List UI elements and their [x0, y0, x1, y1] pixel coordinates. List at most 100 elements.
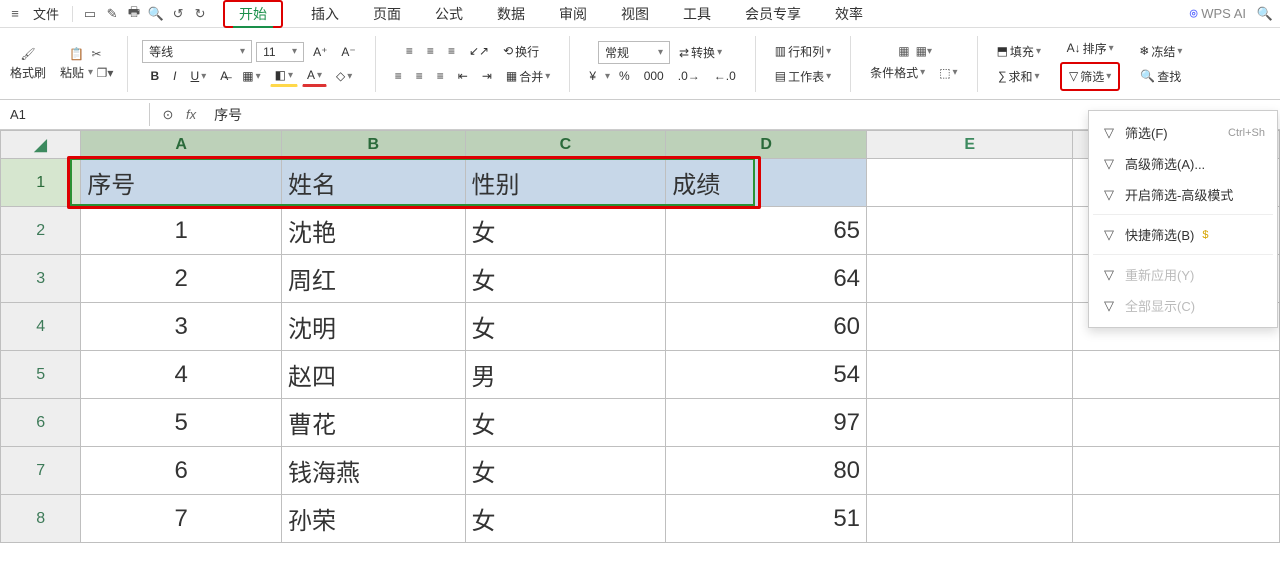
bold-button[interactable]: B — [146, 66, 165, 86]
indent-dec-icon[interactable]: ⇤ — [453, 66, 473, 86]
cell-D7[interactable]: 80 — [666, 447, 867, 495]
cond-format-button[interactable]: 条件格式▾ — [865, 61, 930, 84]
comma-button[interactable]: 000 — [639, 66, 669, 86]
merge-button[interactable]: ▦ 合并▾ — [501, 65, 555, 88]
filter-menu-filter[interactable]: ▽ 筛选(F) Ctrl+Sh — [1093, 117, 1273, 148]
row-header-5[interactable]: 5 — [1, 351, 81, 399]
cell-D4[interactable]: 60 — [666, 303, 867, 351]
row-header-3[interactable]: 3 — [1, 255, 81, 303]
cell-C8[interactable]: 女 — [465, 495, 666, 543]
clear-format-button[interactable]: ◇▾ — [331, 66, 357, 86]
cell-C3[interactable]: 女 — [465, 255, 666, 303]
dec-inc-icon[interactable]: .0→ — [673, 66, 705, 86]
tab-review[interactable]: 审阅 — [553, 0, 593, 28]
align-left-icon[interactable]: ≡ — [390, 66, 407, 86]
align-bottom-icon[interactable]: ≡ — [443, 41, 460, 61]
tab-start[interactable]: 开始 — [233, 2, 273, 26]
cell-A7[interactable]: 6 — [81, 447, 282, 495]
orientation-icon[interactable]: ↙↗ — [464, 41, 494, 61]
row-header-2[interactable]: 2 — [1, 207, 81, 255]
row-header-4[interactable]: 4 — [1, 303, 81, 351]
cell-A3[interactable]: 2 — [81, 255, 282, 303]
print-icon[interactable]: 🖶 — [125, 5, 143, 23]
align-right-icon[interactable]: ≡ — [432, 66, 449, 86]
cell-F8[interactable] — [1073, 495, 1280, 543]
cell-B3[interactable]: 周红 — [282, 255, 466, 303]
italic-button[interactable]: I — [168, 66, 181, 86]
tab-efficiency[interactable]: 效率 — [829, 0, 869, 28]
cell-B1[interactable]: 姓名 — [282, 159, 466, 207]
select-all-corner[interactable]: ◢ — [1, 131, 81, 159]
undo-icon[interactable]: ↺ — [169, 5, 187, 23]
file-menu[interactable]: 文件 — [28, 1, 64, 26]
wps-ai-button[interactable]: ⌾ WPS AI — [1190, 6, 1246, 22]
tab-view[interactable]: 视图 — [615, 0, 655, 28]
filter-menu-advmode[interactable]: ▽ 开启筛选-高级模式 — [1093, 179, 1273, 210]
name-box[interactable]: A1 — [0, 103, 150, 126]
filter-button[interactable]: ▽ 筛选 ▾ — [1064, 65, 1116, 88]
inc-font-icon[interactable]: A⁺ — [308, 42, 332, 62]
fx-search-icon[interactable]: ⊙ — [160, 107, 176, 123]
preview-icon[interactable]: 🔍 — [147, 5, 165, 23]
row-header-7[interactable]: 7 — [1, 447, 81, 495]
row-header-6[interactable]: 6 — [1, 399, 81, 447]
cell-C5[interactable]: 男 — [465, 351, 666, 399]
cell-F7[interactable] — [1073, 447, 1280, 495]
cell-B2[interactable]: 沈艳 — [282, 207, 466, 255]
find-button[interactable]: 🔍 查找 — [1135, 65, 1186, 88]
underline-button[interactable]: U▾ — [186, 66, 212, 86]
cell-D5[interactable]: 54 — [666, 351, 867, 399]
col-header-B[interactable]: B — [282, 131, 466, 159]
rowcol-button[interactable]: ▥ 行和列▾ — [770, 40, 836, 63]
cell-C7[interactable]: 女 — [465, 447, 666, 495]
col-header-C[interactable]: C — [465, 131, 666, 159]
fill-button[interactable]: ⬒ 填充▾ — [992, 40, 1046, 63]
col-header-A[interactable]: A — [81, 131, 282, 159]
tab-vip[interactable]: 会员专享 — [739, 0, 807, 28]
row-header-8[interactable]: 8 — [1, 495, 81, 543]
cell-B7[interactable]: 钱海燕 — [282, 447, 466, 495]
tab-tools[interactable]: 工具 — [677, 0, 717, 28]
percent-button[interactable]: % — [614, 66, 635, 86]
freeze-button[interactable]: ❄ 冻结▾ — [1134, 40, 1187, 63]
format-brush-icon[interactable]: 🖌 — [20, 46, 36, 62]
cell-D6[interactable]: 97 — [666, 399, 867, 447]
cell-E1[interactable] — [867, 159, 1073, 207]
fx-icon[interactable]: fx — [186, 107, 196, 122]
filter-menu-quick[interactable]: ▽ 快捷筛选(B) $ — [1093, 219, 1273, 250]
cell-E8[interactable] — [867, 495, 1073, 543]
row-header-1[interactable]: 1 — [1, 159, 81, 207]
fill-color-button[interactable]: ◧▾ — [270, 65, 298, 87]
border-button[interactable]: ▦▾ — [237, 66, 265, 86]
col-header-E[interactable]: E — [867, 131, 1073, 159]
cell-C1[interactable]: 性别 — [465, 159, 666, 207]
redo-icon[interactable]: ↻ — [191, 5, 209, 23]
search-icon[interactable]: 🔍 — [1256, 5, 1274, 23]
cell-D1[interactable]: 成绩 — [666, 159, 867, 207]
tab-insert[interactable]: 插入 — [305, 0, 345, 28]
align-top-icon[interactable]: ≡ — [401, 41, 418, 61]
cell-F5[interactable] — [1073, 351, 1280, 399]
paste-label[interactable]: 粘贴 — [60, 64, 84, 81]
cell-A2[interactable]: 1 — [81, 207, 282, 255]
cell-E5[interactable] — [867, 351, 1073, 399]
indent-inc-icon[interactable]: ⇥ — [477, 66, 497, 86]
table-style-icon[interactable]: ▦ — [896, 43, 912, 59]
tab-formula[interactable]: 公式 — [429, 0, 469, 28]
sort-button[interactable]: A↓ 排序▾ — [1062, 37, 1119, 60]
cell-A6[interactable]: 5 — [81, 399, 282, 447]
cell-B6[interactable]: 曹花 — [282, 399, 466, 447]
cell-B5[interactable]: 赵四 — [282, 351, 466, 399]
cell-D2[interactable]: 65 — [666, 207, 867, 255]
cell-C6[interactable]: 女 — [465, 399, 666, 447]
wrap-button[interactable]: ⟲ 换行 — [498, 40, 544, 63]
new-icon[interactable]: ▭ — [81, 5, 99, 23]
dec-dec-icon[interactable]: ←.0 — [709, 66, 741, 86]
convert-button[interactable]: ⇄ 转换▾ — [674, 41, 727, 64]
cut-icon[interactable]: ✂ — [89, 46, 105, 62]
cell-D8[interactable]: 51 — [666, 495, 867, 543]
dec-font-icon[interactable]: A⁻ — [336, 42, 360, 62]
currency-button[interactable]: ¥ — [584, 66, 601, 86]
open-icon[interactable]: ✎ — [103, 5, 121, 23]
copy-icon[interactable]: ❐▾ — [97, 65, 113, 81]
